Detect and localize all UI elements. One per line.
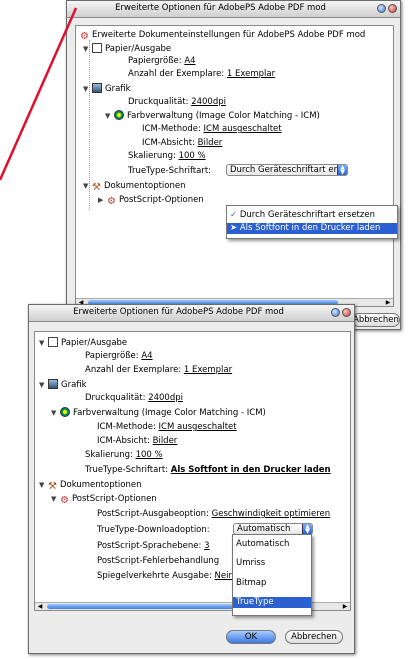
ps-ausgabe-row: PostScript-Ausgabeoption: Geschwindigkei… <box>97 509 331 519</box>
tree-root[interactable]: ⚙ Erweiterte Dokumenteinstellungen für Ad… <box>80 30 365 42</box>
menu-item-truetype[interactable]: TrueType <box>233 597 311 608</box>
papiergroesse-value[interactable]: A4 <box>184 56 195 66</box>
zoom-button[interactable] <box>377 4 386 13</box>
spiegel-value[interactable]: Nein <box>215 571 234 581</box>
menu-item-umriss[interactable]: Umriss <box>233 558 311 569</box>
close-button[interactable] <box>342 308 351 317</box>
exemplare-row: Anzahl der Exemplare: 1 Exemplar <box>85 365 233 375</box>
tree-item-grafik[interactable]: ▼ Grafik <box>39 379 87 391</box>
icm-absicht-value[interactable]: Bilder <box>198 138 223 148</box>
document-icon <box>48 337 58 347</box>
truetype-label: TrueType-Schriftart: <box>128 166 212 176</box>
ps-sprachebene-row: PostScript-Sprachebene: 3 <box>97 541 210 551</box>
exemplare-value[interactable]: 1 Exemplar <box>184 365 232 375</box>
options-icon: ⚒ <box>48 481 57 492</box>
tree-item-postscript[interactable]: ▶ ⚙ PostScript-Optionen <box>98 195 204 207</box>
tt-download-menu: Automatisch Umriss Bitmap TrueType <box>232 534 312 616</box>
scroll-left-icon[interactable]: ◀ <box>36 603 44 610</box>
disclosure-open-icon: ▼ <box>51 409 57 417</box>
menu-item-softfont[interactable]: ➤ Als Softfont in den Drucker laden <box>227 223 397 234</box>
ps-sprachebene-value[interactable]: 3 <box>204 541 209 551</box>
options-icon: ⚒ <box>92 182 101 193</box>
window-title: Erweiterte Optionen für AdobePS Adobe PD… <box>73 307 284 317</box>
disclosure-open-icon: ▼ <box>83 85 89 93</box>
tree-item-grafik[interactable]: ▼ Grafik <box>83 83 131 95</box>
popup-arrows-icon: ▲ ▼ <box>337 165 347 175</box>
disclosure-open-icon: ▼ <box>83 182 89 190</box>
graphic-icon <box>48 379 58 389</box>
skalierung-value[interactable]: 100 % <box>136 450 163 460</box>
menu-item-ersetzen[interactable]: ✓ Durch Geräteschriftart ersetzen <box>227 210 397 221</box>
tree-item-dokumentoptionen[interactable]: ▼ ⚒ Dokumentoptionen <box>39 480 142 492</box>
menu-item-bitmap[interactable]: Bitmap <box>233 578 311 589</box>
icm-absicht-value[interactable]: Bilder <box>153 436 178 446</box>
scroll-right-icon[interactable]: ▶ <box>384 299 392 306</box>
tree-panel: ⚙ Erweiterte Dokumenteinstellungen für Ad… <box>75 25 394 307</box>
disclosure-closed-icon: ▶ <box>98 196 104 204</box>
tree-item-papier[interactable]: ▼ Papier/Ausgabe <box>39 337 127 349</box>
check-icon: ✓ <box>230 210 238 220</box>
titlebar[interactable]: Erweiterte Optionen für AdobePS Adobe PD… <box>67 1 400 18</box>
ps-ausgabe-value[interactable]: Geschwindigkeit optimieren <box>212 509 331 519</box>
zoom-button[interactable] <box>331 308 340 317</box>
disclosure-open-icon: ▼ <box>39 381 45 389</box>
truetype-value[interactable]: Als Softfont in den Drucker laden <box>171 465 331 475</box>
titlebar[interactable]: Erweiterte Optionen für AdobePS Adobe PD… <box>29 305 354 322</box>
icm-absicht-row: ICM-Absicht: Bilder <box>142 138 223 148</box>
spiegel-row: Spiegelverkehrte Ausgabe: Nein <box>97 571 234 581</box>
skalierung-row: Skalierung: 100 % <box>85 450 163 460</box>
dialog-window-back: Erweiterte Optionen für AdobePS Adobe PD… <box>66 0 401 330</box>
tree-item-farbverwaltung[interactable]: ▼ Farbverwaltung (Image Color Matching - … <box>105 110 320 122</box>
truetype-popup[interactable]: Durch Geräteschriftart ersetzen▲▼ <box>226 164 348 176</box>
papiergroesse-row: Papiergröße: A4 <box>85 351 153 361</box>
ps-fehler-label: PostScript-Fehlerbehandlung <box>97 556 220 566</box>
exemplare-row: Anzahl der Exemplare: 1 Exemplar <box>128 69 276 79</box>
druckqualitaet-row: Druckqualität: 2400dpi <box>128 97 226 107</box>
skalierung-value[interactable]: 100 % <box>179 151 206 161</box>
tree-item-papier[interactable]: ▼ Papier/Ausgabe <box>83 43 171 55</box>
color-management-icon <box>60 407 70 417</box>
disclosure-open-icon: ▼ <box>105 112 111 120</box>
papiergroesse-row: Papiergröße: A4 <box>128 56 196 66</box>
cancel-button[interactable]: Abbrechen <box>285 630 343 644</box>
truetype-row: TrueType-Schriftart: Als Softfont in den… <box>85 465 331 475</box>
exemplare-value[interactable]: 1 Exemplar <box>227 69 275 79</box>
settings-icon: ⚙ <box>107 196 116 207</box>
color-management-icon <box>114 110 124 120</box>
scroll-right-icon[interactable]: ▶ <box>341 603 349 610</box>
disclosure-open-icon: ▼ <box>39 339 45 347</box>
pointer-icon: ➤ <box>230 223 238 233</box>
ok-button[interactable]: OK <box>226 630 276 644</box>
disclosure-open-icon: ▼ <box>51 495 57 503</box>
settings-icon: ⚙ <box>60 495 69 506</box>
icm-methode-value[interactable]: ICM ausgeschaltet <box>159 422 237 432</box>
icm-methode-row: ICM-Methode: ICM ausgeschaltet <box>97 422 237 432</box>
tree-item-postscript[interactable]: ▼ ⚙ PostScript-Optionen <box>51 494 157 506</box>
truetype-menu: ✓ Durch Geräteschriftart ersetzen ➤ Als … <box>226 205 398 239</box>
disclosure-open-icon: ▼ <box>83 45 89 53</box>
icm-methode-value[interactable]: ICM ausgeschaltet <box>204 124 282 134</box>
druckqualitaet-row: Druckqualität: 2400dpi <box>85 393 183 403</box>
settings-icon: ⚙ <box>80 31 89 42</box>
graphic-icon <box>92 83 102 93</box>
disclosure-open-icon: ▼ <box>39 481 45 489</box>
skalierung-row: Skalierung: 100 % <box>128 151 206 161</box>
druckqualitaet-value[interactable]: 2400dpi <box>148 393 183 403</box>
tree-item-dokumentoptionen[interactable]: ▼ ⚒ Dokumentoptionen <box>83 181 186 193</box>
document-icon <box>92 43 102 53</box>
tree-item-farbverwaltung[interactable]: ▼ Farbverwaltung (Image Color Matching - … <box>51 407 266 419</box>
dialog-window-front: Erweiterte Optionen für AdobePS Adobe PD… <box>28 304 355 654</box>
cancel-button[interactable]: Abbrechen <box>352 313 400 327</box>
close-button[interactable] <box>388 4 397 13</box>
scroll-thumb[interactable] <box>47 604 247 609</box>
menu-item-automatisch[interactable]: Automatisch <box>233 539 311 550</box>
root-label: Erweiterte Dokumenteinstellungen für Ado… <box>91 30 366 40</box>
papiergroesse-value[interactable]: A4 <box>141 351 152 361</box>
window-title: Erweiterte Optionen für AdobePS Adobe PD… <box>115 3 326 13</box>
icm-methode-row: ICM-Methode: ICM ausgeschaltet <box>142 124 282 134</box>
popup-arrows-icon: ▲ ▼ <box>302 524 312 534</box>
icm-absicht-row: ICM-Absicht: Bilder <box>97 436 178 446</box>
druckqualitaet-value[interactable]: 2400dpi <box>191 97 226 107</box>
tt-download-label: TrueType-Downloadoption: <box>97 525 210 535</box>
